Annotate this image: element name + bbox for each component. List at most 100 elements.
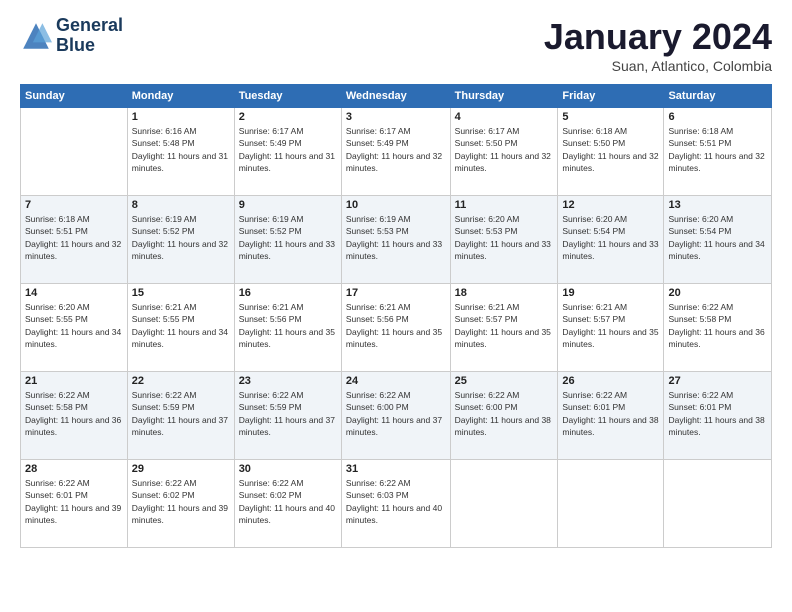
- day-number: 13: [668, 199, 767, 211]
- day-detail: Sunrise: 6:21 AMSunset: 5:55 PMDaylight:…: [132, 301, 230, 350]
- day-number: 19: [562, 287, 659, 299]
- day-number: 21: [25, 375, 123, 387]
- day-detail: Sunrise: 6:22 AMSunset: 6:01 PMDaylight:…: [25, 477, 123, 526]
- day-number: 20: [668, 287, 767, 299]
- day-detail: Sunrise: 6:22 AMSunset: 5:58 PMDaylight:…: [25, 389, 123, 438]
- day-cell: 29 Sunrise: 6:22 AMSunset: 6:02 PMDayligh…: [127, 460, 234, 548]
- day-cell: 6Sunrise: 6:18 AMSunset: 5:51 PMDaylight…: [664, 108, 772, 196]
- day-detail: Sunrise: 6:18 AMSunset: 5:51 PMDaylight:…: [25, 213, 123, 262]
- day-number: 4: [455, 111, 554, 123]
- day-detail: Sunrise: 6:22 AMSunset: 6:01 PMDaylight:…: [668, 389, 767, 438]
- day-detail: Sunrise: 6:17 AMSunset: 5:49 PMDaylight:…: [346, 125, 446, 174]
- col-header-friday: Friday: [558, 85, 664, 108]
- day-detail: Sunrise: 6:16 AMSunset: 5:48 PMDaylight:…: [132, 125, 230, 174]
- day-cell: [558, 460, 664, 548]
- day-detail: Sunrise: 6:22 AMSunset: 5:58 PMDaylight:…: [668, 301, 767, 350]
- day-detail: Sunrise: 6:21 AMSunset: 5:57 PMDaylight:…: [562, 301, 659, 350]
- day-cell: 13 Sunrise: 6:20 AMSunset: 5:54 PMDayligh…: [664, 196, 772, 284]
- day-cell: 2 Sunrise: 6:17 AMSunset: 5:49 PMDaylight…: [234, 108, 341, 196]
- day-detail: Sunrise: 6:22 AMSunset: 6:02 PMDaylight:…: [132, 477, 230, 526]
- day-detail: Sunrise: 6:21 AMSunset: 5:56 PMDaylight:…: [239, 301, 337, 350]
- day-detail: Sunrise: 6:19 AMSunset: 5:53 PMDaylight:…: [346, 213, 446, 262]
- day-cell: 31Sunrise: 6:22 AMSunset: 6:03 PMDayligh…: [341, 460, 450, 548]
- col-header-thursday: Thursday: [450, 85, 558, 108]
- day-cell: 21 Sunrise: 6:22 AMSunset: 5:58 PMDayligh…: [21, 372, 128, 460]
- day-detail: Sunrise: 6:22 AMSunset: 6:03 PMDaylight:…: [346, 477, 446, 526]
- day-number: 10: [346, 199, 446, 211]
- day-cell: 8Sunrise: 6:19 AMSunset: 5:52 PMDaylight…: [127, 196, 234, 284]
- col-header-monday: Monday: [127, 85, 234, 108]
- day-number: 3: [346, 111, 446, 123]
- day-cell: 25 Sunrise: 6:22 AMSunset: 6:00 PMDayligh…: [450, 372, 558, 460]
- day-number: 24: [346, 375, 446, 387]
- day-cell: [21, 108, 128, 196]
- day-number: 23: [239, 375, 337, 387]
- day-cell: 28 Sunrise: 6:22 AMSunset: 6:01 PMDayligh…: [21, 460, 128, 548]
- week-row-4: 21 Sunrise: 6:22 AMSunset: 5:58 PMDayligh…: [21, 372, 772, 460]
- day-number: 9: [239, 199, 337, 211]
- day-detail: Sunrise: 6:18 AMSunset: 5:50 PMDaylight:…: [562, 125, 659, 174]
- calendar-table: SundayMondayTuesdayWednesdayThursdayFrid…: [20, 84, 772, 548]
- day-number: 2: [239, 111, 337, 123]
- day-cell: 1 Sunrise: 6:16 AMSunset: 5:48 PMDaylight…: [127, 108, 234, 196]
- week-row-2: 7 Sunrise: 6:18 AMSunset: 5:51 PMDaylight…: [21, 196, 772, 284]
- location-subtitle: Suan, Atlantico, Colombia: [544, 58, 772, 74]
- day-detail: Sunrise: 6:22 AMSunset: 5:59 PMDaylight:…: [239, 389, 337, 438]
- day-detail: Sunrise: 6:22 AMSunset: 6:00 PMDaylight:…: [346, 389, 446, 438]
- day-detail: Sunrise: 6:19 AMSunset: 5:52 PMDaylight:…: [132, 213, 230, 262]
- day-cell: [664, 460, 772, 548]
- day-cell: 30Sunrise: 6:22 AMSunset: 6:02 PMDayligh…: [234, 460, 341, 548]
- day-number: 12: [562, 199, 659, 211]
- day-number: 28: [25, 463, 123, 475]
- day-number: 22: [132, 375, 230, 387]
- day-number: 25: [455, 375, 554, 387]
- col-header-saturday: Saturday: [664, 85, 772, 108]
- day-detail: Sunrise: 6:22 AMSunset: 6:02 PMDaylight:…: [239, 477, 337, 526]
- day-cell: 4Sunrise: 6:17 AMSunset: 5:50 PMDaylight…: [450, 108, 558, 196]
- day-detail: Sunrise: 6:20 AMSunset: 5:55 PMDaylight:…: [25, 301, 123, 350]
- header-row: SundayMondayTuesdayWednesdayThursdayFrid…: [21, 85, 772, 108]
- day-number: 16: [239, 287, 337, 299]
- day-detail: Sunrise: 6:21 AMSunset: 5:57 PMDaylight:…: [455, 301, 554, 350]
- day-number: 27: [668, 375, 767, 387]
- day-number: 29: [132, 463, 230, 475]
- title-area: January 2024 Suan, Atlantico, Colombia: [544, 16, 772, 74]
- day-cell: 11 Sunrise: 6:20 AMSunset: 5:53 PMDayligh…: [450, 196, 558, 284]
- day-cell: 17 Sunrise: 6:21 AMSunset: 5:56 PMDayligh…: [341, 284, 450, 372]
- day-number: 14: [25, 287, 123, 299]
- day-number: 1: [132, 111, 230, 123]
- month-title: January 2024: [544, 16, 772, 58]
- day-cell: 16 Sunrise: 6:21 AMSunset: 5:56 PMDayligh…: [234, 284, 341, 372]
- day-detail: Sunrise: 6:20 AMSunset: 5:54 PMDaylight:…: [668, 213, 767, 262]
- day-cell: 10 Sunrise: 6:19 AMSunset: 5:53 PMDayligh…: [341, 196, 450, 284]
- day-cell: 18Sunrise: 6:21 AMSunset: 5:57 PMDayligh…: [450, 284, 558, 372]
- week-row-1: 1 Sunrise: 6:16 AMSunset: 5:48 PMDaylight…: [21, 108, 772, 196]
- col-header-sunday: Sunday: [21, 85, 128, 108]
- col-header-wednesday: Wednesday: [341, 85, 450, 108]
- logo: General Blue: [20, 16, 123, 56]
- day-detail: Sunrise: 6:22 AMSunset: 5:59 PMDaylight:…: [132, 389, 230, 438]
- day-cell: 9 Sunrise: 6:19 AMSunset: 5:52 PMDaylight…: [234, 196, 341, 284]
- day-cell: 27 Sunrise: 6:22 AMSunset: 6:01 PMDayligh…: [664, 372, 772, 460]
- day-detail: Sunrise: 6:22 AMSunset: 6:00 PMDaylight:…: [455, 389, 554, 438]
- day-cell: 22 Sunrise: 6:22 AMSunset: 5:59 PMDayligh…: [127, 372, 234, 460]
- day-number: 11: [455, 199, 554, 211]
- day-number: 26: [562, 375, 659, 387]
- day-number: 7: [25, 199, 123, 211]
- day-detail: Sunrise: 6:19 AMSunset: 5:52 PMDaylight:…: [239, 213, 337, 262]
- day-number: 17: [346, 287, 446, 299]
- day-detail: Sunrise: 6:20 AMSunset: 5:53 PMDaylight:…: [455, 213, 554, 262]
- day-cell: 19 Sunrise: 6:21 AMSunset: 5:57 PMDayligh…: [558, 284, 664, 372]
- general-blue-icon: [20, 20, 52, 52]
- day-cell: 23 Sunrise: 6:22 AMSunset: 5:59 PMDayligh…: [234, 372, 341, 460]
- page: General Blue January 2024 Suan, Atlantic…: [0, 0, 792, 612]
- day-cell: 26Sunrise: 6:22 AMSunset: 6:01 PMDayligh…: [558, 372, 664, 460]
- header: General Blue January 2024 Suan, Atlantic…: [20, 16, 772, 74]
- day-number: 5: [562, 111, 659, 123]
- day-cell: 12Sunrise: 6:20 AMSunset: 5:54 PMDayligh…: [558, 196, 664, 284]
- col-header-tuesday: Tuesday: [234, 85, 341, 108]
- day-cell: 24 Sunrise: 6:22 AMSunset: 6:00 PMDayligh…: [341, 372, 450, 460]
- day-detail: Sunrise: 6:17 AMSunset: 5:49 PMDaylight:…: [239, 125, 337, 174]
- day-cell: 3 Sunrise: 6:17 AMSunset: 5:49 PMDaylight…: [341, 108, 450, 196]
- day-detail: Sunrise: 6:21 AMSunset: 5:56 PMDaylight:…: [346, 301, 446, 350]
